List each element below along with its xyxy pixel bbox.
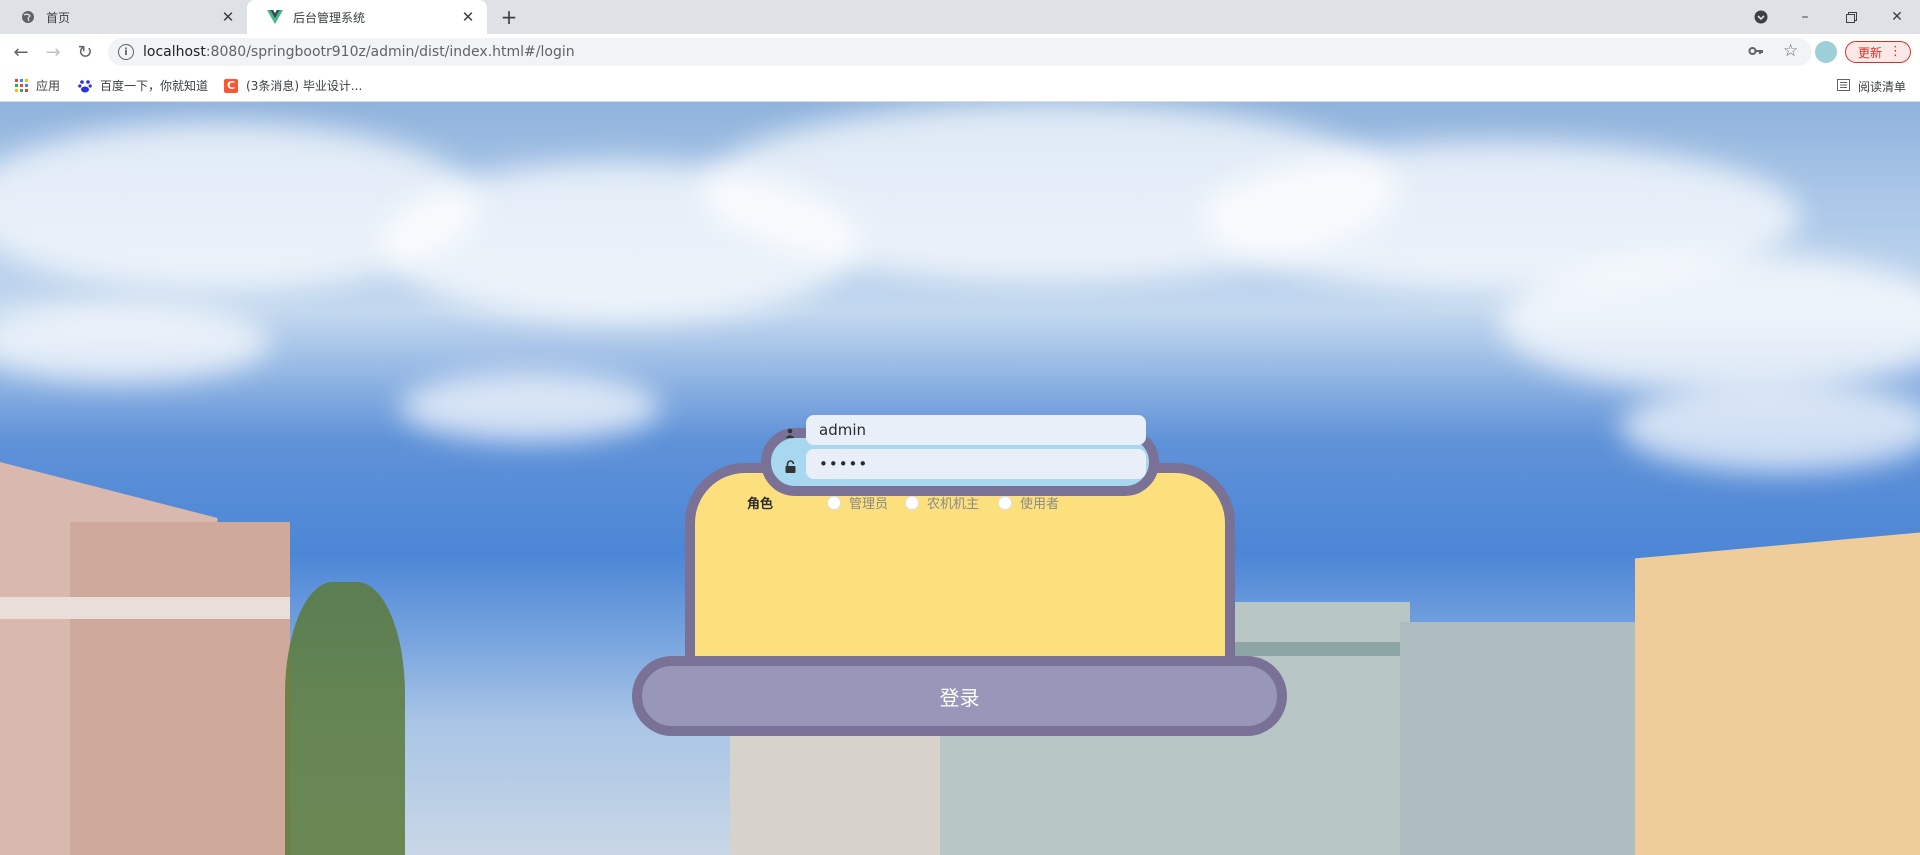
profile-avatar[interactable] [1815,41,1837,63]
vue-logo-icon [267,9,283,25]
address-bar[interactable]: i localhost:8080/springbootr910z/admin/d… [108,38,1812,66]
site-info-icon[interactable]: i [118,44,134,60]
forward-icon[interactable]: → [39,38,67,66]
tab-home[interactable]: 首页 ✕ [0,0,247,34]
reading-list[interactable]: 阅读清单 [1836,70,1906,102]
close-window-button[interactable]: ✕ [1874,0,1920,34]
radio-label: 使用者 [1020,497,1060,512]
bookmark-label: 应用 [36,79,61,93]
reading-list-icon [1836,78,1850,94]
new-tab-button[interactable]: + [497,5,521,29]
radio-circle[interactable] [827,495,841,510]
bookmark-star-icon[interactable]: ☆ [1783,41,1798,61]
user-icon [783,426,797,440]
radio-circle[interactable] [905,495,919,510]
role-label: 角色 [747,497,774,512]
bookmark-csdn[interactable]: C (3条消息) 毕业设计... [224,77,362,94]
tab-strip: 首页 ✕ 后台管理系统 ✕ + – ✕ [0,0,1920,34]
key-icon[interactable] [1748,43,1764,63]
tab-admin[interactable]: 后台管理系统 ✕ [247,0,487,34]
radio-label: 管理员 [849,497,889,512]
browser-toolbar: ← → ↻ i localhost:8080/springbootr910z/a… [0,34,1920,70]
username-input[interactable]: admin [806,415,1146,445]
tab-search-icon[interactable] [1738,0,1784,34]
bookmark-apps[interactable]: 应用 [14,77,60,94]
close-tab-icon[interactable]: ✕ [219,8,237,26]
login-panel: 农机电招平台登录 admin ••••• 角色 管理员 农机机主 使用者 登录 [0,102,1920,855]
restore-button[interactable] [1828,0,1874,34]
password-input[interactable]: ••••• [806,449,1146,479]
globe-icon [20,9,36,25]
bookmarks-bar: 应用 百度一下，你就知道 C (3条消息) 毕业设计... 阅读清单 [0,70,1920,102]
close-tab-icon[interactable]: ✕ [459,8,477,26]
tab-title: 后台管理系统 [293,10,366,25]
radio-circle[interactable] [998,495,1012,510]
minimize-button[interactable]: – [1782,0,1828,34]
csdn-c-icon: C [224,78,239,93]
role-radio-admin[interactable]: 管理员 [827,493,888,512]
reading-list-label: 阅读清单 [1857,79,1906,94]
tab-title: 首页 [46,10,71,25]
bookmark-label: 百度一下，你就知道 [100,79,209,93]
role-radio-owner[interactable]: 农机机主 [905,493,979,512]
bookmark-label: (3条消息) 毕业设计... [246,79,363,93]
baidu-paw-icon [78,79,92,93]
apps-grid-icon [14,79,28,93]
url-text: localhost:8080/springbootr910z/admin/dis… [143,44,575,60]
role-radio-user[interactable]: 使用者 [998,493,1059,512]
login-button[interactable]: 登录 [632,656,1287,736]
radio-label: 农机机主 [927,497,980,512]
bookmark-baidu[interactable]: 百度一下，你就知道 [78,77,208,94]
lock-icon [783,459,797,473]
update-label: 更新 [1858,45,1883,60]
update-button[interactable]: 更新 ⋮ [1845,41,1911,63]
menu-dots-icon: ⋮ [1889,44,1902,59]
reload-icon[interactable]: ↻ [71,38,99,66]
page-background: 农机电招平台登录 admin ••••• 角色 管理员 农机机主 使用者 登录 [0,102,1920,855]
back-icon[interactable]: ← [7,38,35,66]
